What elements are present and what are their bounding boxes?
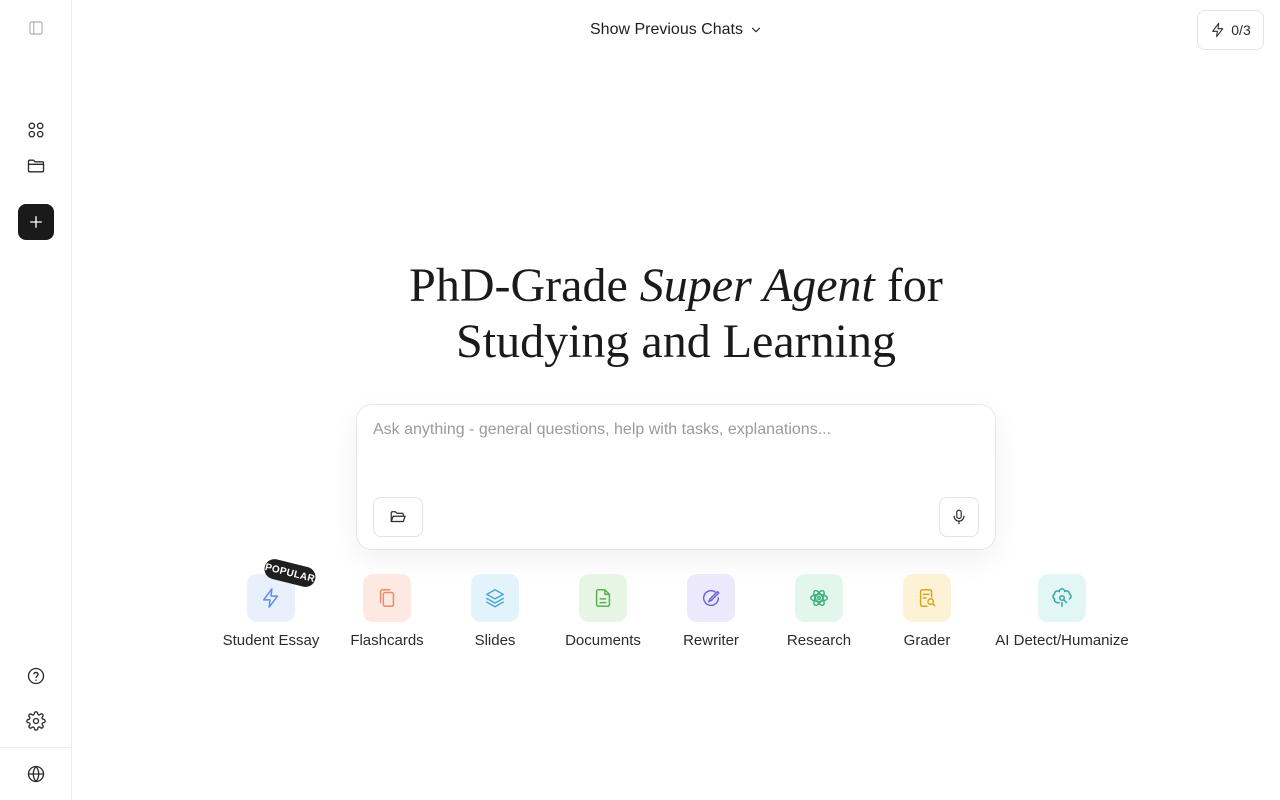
plus-icon [30, 216, 42, 228]
gear-icon [26, 711, 46, 731]
tool-label: Slides [474, 632, 516, 649]
cards-icon [379, 589, 395, 607]
attach-file-button[interactable] [373, 497, 423, 537]
layers-icon [486, 589, 504, 608]
folder-open-icon [390, 511, 406, 523]
title-emphasis: Super Agent [639, 259, 875, 312]
sidebar [0, 0, 72, 800]
credits-button[interactable]: 0/3 [1197, 10, 1264, 50]
tool-icon-tile [795, 574, 843, 622]
chevron-down-icon [751, 27, 761, 33]
new-chat-button[interactable] [18, 204, 54, 240]
apps-button[interactable] [18, 112, 54, 148]
rewrite-icon [702, 589, 720, 607]
tool-slides[interactable]: Slides [455, 574, 535, 649]
page-title: PhD-Grade Super Agent for Studying and L… [72, 258, 1280, 370]
sidebar-toggle-button[interactable] [18, 10, 54, 46]
microphone-icon [953, 509, 965, 525]
tool-label: Student Essay [222, 632, 320, 649]
show-previous-chats-button[interactable]: Show Previous Chats [590, 19, 763, 41]
help-button[interactable] [18, 658, 54, 694]
globe-icon [27, 765, 45, 783]
tool-ai-detect-humanize[interactable]: AI Detect/Humanize [992, 574, 1132, 649]
title-prefix: PhD-Grade [409, 259, 640, 312]
tool-icon-tile [903, 574, 951, 622]
tool-label: AI Detect/Humanize [995, 632, 1129, 649]
bolt-icon [262, 588, 279, 608]
previous-chats-label: Show Previous Chats [590, 21, 743, 38]
apps-grid-icon [28, 122, 44, 138]
title-suffix: for [874, 259, 943, 312]
bolt-icon [1212, 22, 1224, 38]
tool-label: Documents [565, 632, 641, 649]
help-icon [27, 667, 45, 685]
tool-label: Flashcards [350, 632, 424, 649]
document-icon [595, 589, 611, 607]
title-line-2: Studying and Learning [456, 315, 896, 368]
brain-icon [1052, 588, 1072, 607]
tool-label: Rewriter [683, 632, 739, 649]
tool-icon-tile [579, 574, 627, 622]
tool-icon-tile [471, 574, 519, 622]
tool-icon-tile [363, 574, 411, 622]
library-button[interactable] [18, 148, 54, 184]
prompt-input[interactable] [373, 421, 973, 481]
tool-icon-tile [1038, 574, 1086, 622]
tool-label: Research [786, 632, 852, 649]
tool-grader[interactable]: Grader [887, 574, 967, 649]
tool-icon-tile [687, 574, 735, 622]
sidebar-divider [0, 747, 72, 748]
sidebar-toggle-icon [29, 21, 43, 35]
tool-documents[interactable]: Documents [563, 574, 643, 649]
tool-rewriter[interactable]: Rewriter [671, 574, 751, 649]
atom-icon [810, 589, 828, 607]
tool-label: Grader [903, 632, 951, 649]
language-button[interactable] [18, 756, 54, 792]
grader-icon [919, 589, 936, 607]
voice-input-button[interactable] [939, 497, 979, 537]
tool-flashcards[interactable]: Flashcards [347, 574, 427, 649]
prompt-box [356, 404, 996, 550]
folder-icon [27, 159, 45, 173]
tool-research[interactable]: Research [779, 574, 859, 649]
credits-count: 0/3 [1231, 22, 1251, 38]
settings-button[interactable] [18, 703, 54, 739]
